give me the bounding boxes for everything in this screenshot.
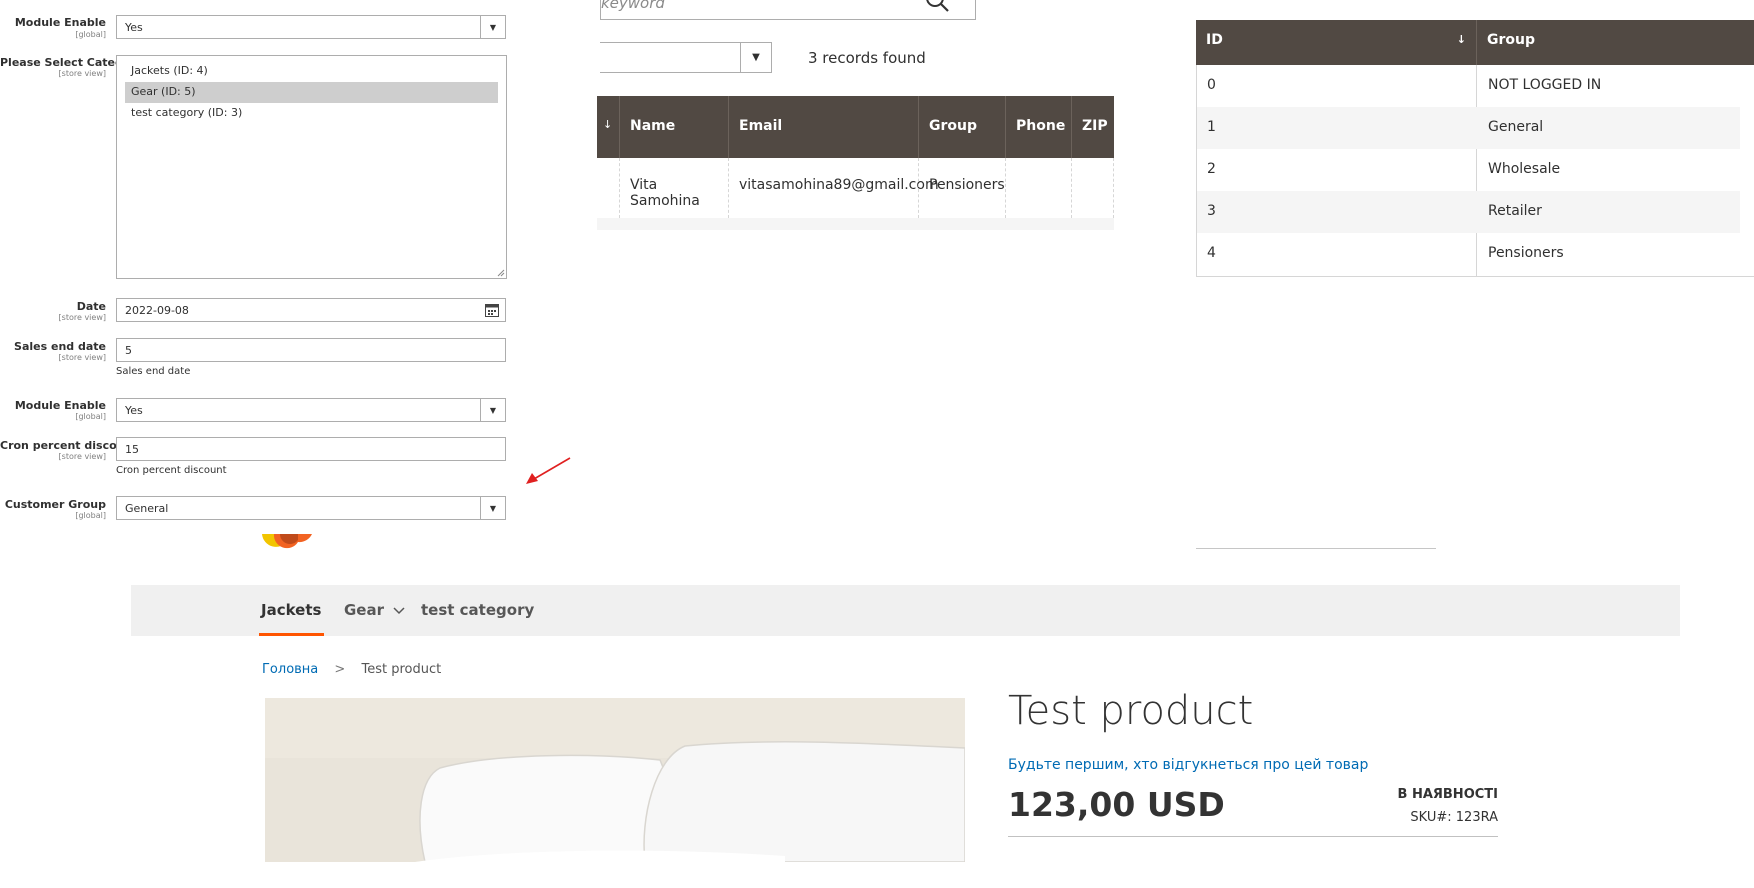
- nav-item-gear[interactable]: Gear: [344, 601, 405, 619]
- table-row[interactable]: 0 NOT LOGGED IN: [1197, 65, 1740, 107]
- table-row[interactable]: 1 General: [1197, 107, 1740, 149]
- customer-group-value: General: [125, 502, 169, 515]
- annotation-arrow-icon: [526, 457, 571, 484]
- cell-id: 3: [1207, 203, 1216, 219]
- sort-arrow-icon[interactable]: ↓: [597, 96, 619, 158]
- module-enable-select[interactable]: Yes ▼: [116, 15, 506, 39]
- cell-id: 4: [1207, 245, 1216, 261]
- module-enable-label: Module Enable: [14, 399, 106, 412]
- cell-group: General: [1488, 119, 1544, 135]
- resize-handle-icon[interactable]: [497, 269, 505, 277]
- product-sku: SKU#: 123RA: [1380, 810, 1498, 825]
- sales-end-date-input[interactable]: 5: [116, 338, 506, 362]
- column-header-zip[interactable]: ZIP: [1071, 96, 1114, 158]
- module-enable-value: Yes: [125, 21, 143, 34]
- cell-group: Pensioners: [918, 158, 1005, 218]
- table-row: [597, 218, 1114, 230]
- category-option[interactable]: test category (ID: 3): [117, 103, 506, 124]
- breadcrumb-separator-icon: >: [334, 662, 346, 677]
- cell-id: 1: [1207, 119, 1216, 135]
- module-enable-select[interactable]: Yes ▼: [116, 398, 506, 422]
- cron-discount-scope: [store view]: [58, 452, 106, 461]
- dropdown-arrow-icon[interactable]: ▼: [740, 43, 771, 72]
- grid-search-input[interactable]: keyword: [600, 0, 976, 20]
- grid-filter-select[interactable]: ▼: [600, 42, 772, 73]
- column-header-email[interactable]: Email: [728, 96, 918, 158]
- calendar-icon[interactable]: [485, 303, 499, 317]
- module-enable-label: Module Enable: [14, 16, 106, 29]
- category-nav: Jackets Gear test category: [131, 585, 1680, 636]
- module-enable-scope: [global]: [75, 412, 106, 421]
- table-body: 0 NOT LOGGED IN 1 General 2 Wholesale 3 …: [1196, 65, 1754, 277]
- cell-zip: [1071, 158, 1114, 218]
- table-row[interactable]: 2 Wholesale: [1197, 149, 1740, 191]
- cron-discount-value: 15: [125, 443, 139, 456]
- cell-id: 2: [1207, 161, 1216, 177]
- cell-group: Wholesale: [1488, 161, 1561, 177]
- cell-name: Vita Samohina: [619, 158, 728, 218]
- sales-end-date-note: Sales end date: [116, 366, 191, 377]
- records-found: 3 records found: [808, 49, 926, 67]
- table-cell: [597, 158, 619, 218]
- category-option[interactable]: Jackets (ID: 4): [117, 61, 506, 82]
- column-header-id[interactable]: ID ↓: [1196, 20, 1476, 65]
- nav-item-jackets[interactable]: Jackets: [261, 601, 321, 619]
- date-scope: [store view]: [58, 313, 106, 322]
- cell-group: NOT LOGGED IN: [1488, 77, 1602, 93]
- search-icon[interactable]: [925, 0, 951, 14]
- breadcrumb-home-link[interactable]: Головна: [262, 662, 318, 677]
- product-title: Test product: [1008, 688, 1254, 734]
- stock-status: В НАЯВНОСТІ: [1397, 787, 1498, 802]
- column-header-group[interactable]: Group: [918, 96, 1005, 158]
- column-header-id-label: ID: [1206, 32, 1223, 48]
- cron-discount-note: Cron percent discount: [116, 465, 227, 476]
- category-multiselect[interactable]: Jackets (ID: 4) Gear (ID: 5) test catego…: [116, 55, 507, 279]
- cell-group: Pensioners: [1488, 245, 1564, 261]
- sku-label: SKU#:: [1410, 810, 1452, 825]
- store-logo[interactable]: [258, 534, 312, 556]
- dropdown-arrow-icon[interactable]: ▼: [480, 399, 505, 421]
- customer-group-select[interactable]: General ▼: [116, 496, 506, 520]
- column-header-group[interactable]: Group: [1476, 20, 1754, 65]
- divider-line: [1196, 548, 1436, 549]
- table-row[interactable]: 3 Retailer: [1197, 191, 1740, 233]
- breadcrumb-current: Test product: [361, 662, 442, 677]
- cell-group: Retailer: [1488, 203, 1542, 219]
- table-row[interactable]: 4 Pensioners: [1197, 233, 1740, 275]
- date-value: 2022-09-08: [125, 304, 189, 317]
- nav-active-indicator: [259, 633, 324, 636]
- sales-end-date-scope: [store view]: [58, 353, 106, 362]
- review-link[interactable]: Будьте першим, хто відгукнеться про цей …: [1008, 757, 1368, 773]
- product-image[interactable]: [265, 698, 965, 862]
- sales-end-date-label: Sales end date: [14, 340, 106, 353]
- cell-email: vitasamohina89@gmail.com: [728, 158, 939, 218]
- chevron-down-icon: [393, 606, 405, 614]
- dropdown-arrow-icon[interactable]: ▼: [480, 497, 505, 519]
- customer-group-label: Customer Group: [4, 498, 106, 511]
- category-label: Please Select Category: [0, 56, 144, 69]
- category-option-selected[interactable]: Gear (ID: 5): [125, 82, 498, 103]
- dropdown-arrow-icon[interactable]: ▼: [480, 16, 505, 38]
- cron-discount-input[interactable]: 15: [116, 437, 506, 461]
- column-header-name[interactable]: Name: [619, 96, 728, 158]
- category-scope: [store view]: [58, 69, 106, 78]
- divider-line: [1008, 836, 1498, 837]
- module-enable-scope: [global]: [75, 30, 106, 39]
- cron-discount-label: Cron percent discount: [0, 439, 138, 452]
- cell-phone: [1005, 158, 1071, 218]
- column-header-phone[interactable]: Phone: [1005, 96, 1071, 158]
- module-enable-value: Yes: [125, 404, 143, 417]
- sku-value: 123RA: [1455, 810, 1498, 825]
- sort-arrow-icon[interactable]: ↓: [1457, 33, 1466, 46]
- breadcrumb: Головна > Test product: [262, 662, 441, 677]
- search-placeholder: keyword: [601, 0, 665, 12]
- date-label: Date: [76, 300, 106, 313]
- cell-id: 0: [1207, 77, 1216, 93]
- nav-item-gear-label: Gear: [344, 601, 385, 619]
- sales-end-date-value: 5: [125, 344, 132, 357]
- customer-group-scope: [global]: [75, 511, 106, 520]
- date-input[interactable]: 2022-09-08: [116, 298, 506, 322]
- nav-item-test-category[interactable]: test category: [421, 601, 534, 619]
- product-price: 123,00 USD: [1008, 785, 1225, 824]
